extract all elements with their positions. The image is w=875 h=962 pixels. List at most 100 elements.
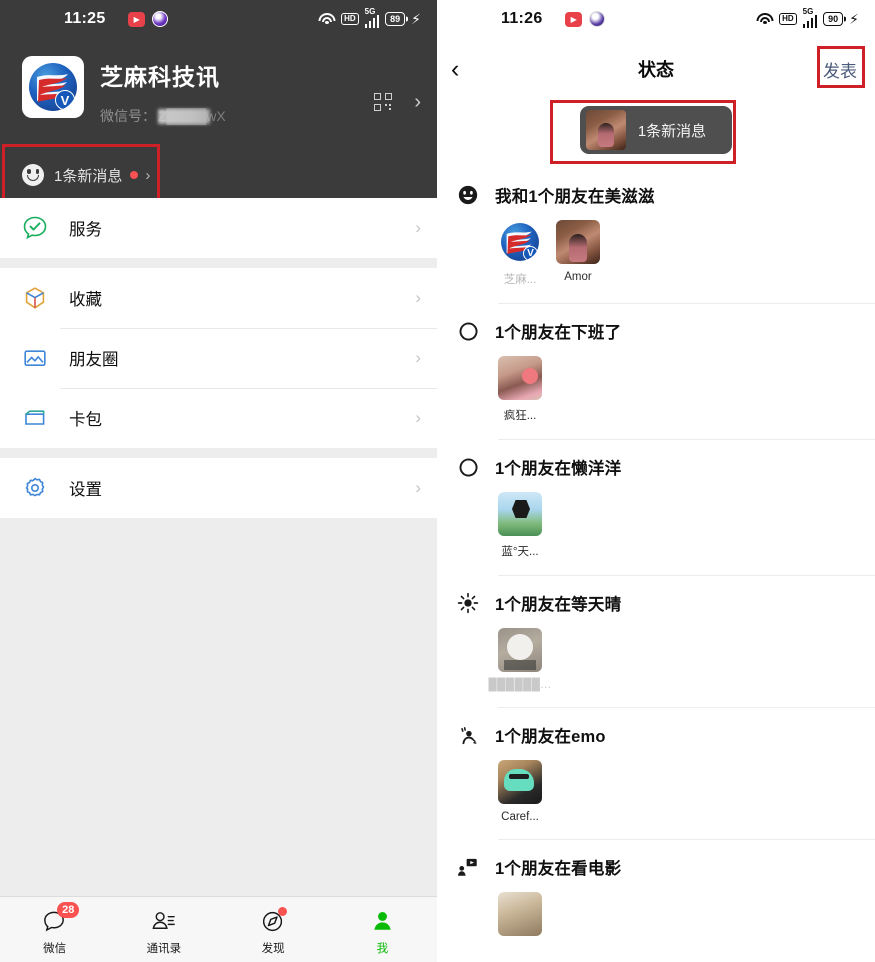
status-entry-chevron-icon: › bbox=[145, 166, 151, 184]
status-entry-label: 1条新消息 bbox=[54, 167, 123, 185]
status-group-header: 1个朋友在等天晴 bbox=[437, 576, 875, 616]
status-group-friends: 蓝°天... bbox=[437, 480, 875, 559]
banner-avatar-thumb bbox=[585, 110, 626, 150]
friend-entry[interactable]: Amor bbox=[556, 220, 600, 287]
friend-avatar bbox=[498, 760, 542, 804]
status-group-title: 1个朋友在emo bbox=[495, 728, 606, 746]
menu-item-label: 卡包 bbox=[69, 411, 102, 429]
profile-chevron-icon[interactable]: › bbox=[414, 92, 421, 112]
avatar[interactable]: V bbox=[22, 56, 84, 118]
friend-name: 蓝°天... bbox=[501, 546, 539, 558]
tab-contacts[interactable]: 通讯录 bbox=[109, 897, 218, 962]
verified-badge-icon: V bbox=[523, 246, 538, 261]
page-title: 状态 bbox=[638, 60, 674, 80]
tab-wechat[interactable]: 28 微信 bbox=[0, 897, 109, 962]
menu-group-main: 收藏 › 朋友圈 › 卡包 › bbox=[0, 268, 437, 448]
status-group[interactable]: 1个朋友在下班了 疯狂... bbox=[437, 304, 875, 440]
friend-entry[interactable]: V 芝麻... bbox=[498, 220, 542, 287]
status-page-navbar: ‹ 状态 发表 bbox=[437, 38, 875, 100]
status-group-header: 1个朋友在看电影 bbox=[437, 840, 875, 880]
friend-avatar: V bbox=[498, 220, 542, 264]
status-group-title: 1个朋友在看电影 bbox=[495, 860, 622, 878]
status-group[interactable]: 我和1个朋友在美滋滋 V 芝麻... Amor bbox=[437, 168, 875, 304]
friend-entry[interactable]: 蓝°天... bbox=[498, 492, 542, 559]
profile-card[interactable]: V 芝麻科技讯 微信号： Z████wX › bbox=[0, 38, 437, 126]
status-bar-time: 11:25 bbox=[64, 10, 106, 27]
verified-badge-icon: V bbox=[55, 90, 75, 110]
chevron-right-icon: › bbox=[415, 408, 421, 427]
favorites-box-icon bbox=[22, 285, 48, 311]
discover-compass-icon bbox=[260, 906, 287, 935]
left-empty-area bbox=[0, 518, 437, 896]
friend-avatar bbox=[498, 628, 542, 672]
wechat-me-panel: 11:25 ▶ HD 5G 89 ⚡ V 芝麻科技讯 微信号： › 1条新消息 … bbox=[0, 0, 437, 962]
friend-avatar bbox=[498, 492, 542, 536]
friend-entry[interactable]: 疯狂... bbox=[498, 356, 542, 423]
status-group[interactable]: 1个朋友在懒洋洋 蓝°天... bbox=[437, 440, 875, 576]
wifi-icon bbox=[756, 12, 774, 26]
chevron-right-icon: › bbox=[415, 348, 421, 367]
status-entry[interactable]: 1条新消息 › bbox=[0, 152, 437, 198]
menu-item-label: 服务 bbox=[69, 221, 102, 239]
status-group-title: 1个朋友在懒洋洋 bbox=[495, 460, 622, 478]
discover-dot-badge bbox=[277, 906, 287, 916]
network-type-label: 5G bbox=[364, 7, 376, 16]
right-status-bar: 11:26 ▶ HD 5G 90 ⚡ bbox=[437, 0, 875, 38]
profile-text: 芝麻科技讯 微信号： Z████wX bbox=[100, 56, 374, 126]
status-group[interactable]: 1个朋友在等天晴 ██████... bbox=[437, 576, 875, 708]
status-page-panel: 11:26 ▶ HD 5G 90 ⚡ ‹ 状态 发表 1条新消息 我和1个朋友在… bbox=[437, 0, 875, 962]
menu-item-settings[interactable]: 设置 › bbox=[0, 458, 437, 518]
hd-icon: HD bbox=[341, 13, 359, 25]
menu-item-label: 设置 bbox=[69, 481, 102, 499]
menu-item-moments[interactable]: 朋友圈 › bbox=[0, 328, 437, 388]
menu-item-favorites[interactable]: 收藏 › bbox=[0, 268, 437, 328]
tab-label: 我 bbox=[376, 942, 389, 955]
circle-outline-icon bbox=[455, 454, 481, 480]
tab-label: 微信 bbox=[43, 942, 67, 955]
tab-discover[interactable]: 发现 bbox=[219, 897, 328, 962]
friend-entry[interactable] bbox=[498, 892, 542, 943]
menu-item-services[interactable]: 服务 › bbox=[0, 198, 437, 258]
signal-bars-icon: 5G bbox=[364, 7, 380, 28]
unread-badge: 28 bbox=[57, 901, 80, 918]
status-group-title: 1个朋友在等天晴 bbox=[495, 596, 622, 614]
qr-code-icon[interactable] bbox=[374, 93, 393, 111]
friend-entry[interactable]: Caref... bbox=[498, 760, 542, 823]
friend-entry[interactable]: ██████... bbox=[489, 628, 551, 691]
network-type-label: 5G bbox=[802, 7, 814, 16]
status-group-title: 1个朋友在下班了 bbox=[495, 324, 622, 342]
menu-item-label: 朋友圈 bbox=[69, 351, 119, 369]
camera-lens-icon bbox=[152, 11, 168, 27]
profile-name: 芝麻科技讯 bbox=[100, 64, 220, 90]
profile-actions: › bbox=[374, 56, 421, 112]
back-chevron-icon[interactable]: ‹ bbox=[451, 56, 459, 82]
new-message-banner[interactable]: 1条新消息 bbox=[579, 106, 733, 154]
status-group-friends: 疯狂... bbox=[437, 344, 875, 423]
signal-bars-icon: 5G bbox=[802, 7, 818, 28]
profile-block: V 芝麻科技讯 微信号： Z████wX › bbox=[0, 38, 437, 206]
menu-item-label: 收藏 bbox=[69, 291, 102, 309]
menu-group-settings: 设置 › bbox=[0, 458, 437, 518]
battery-icon: 89 bbox=[385, 11, 406, 27]
chat-bubble-icon: 28 bbox=[41, 901, 80, 935]
banner-label: 1条新消息 bbox=[637, 122, 707, 140]
bottom-tab-bar: 28 微信 通讯录 发现 我 bbox=[0, 896, 437, 962]
tab-me[interactable]: 我 bbox=[328, 897, 437, 962]
left-status-bar: 11:25 ▶ HD 5G 89 ⚡ bbox=[0, 0, 437, 38]
friend-name: 芝麻... bbox=[503, 274, 537, 286]
unread-dot bbox=[130, 171, 139, 179]
status-group-list[interactable]: 我和1个朋友在美滋滋 V 芝麻... Amor 1个朋友在下班了 疯狂... 1… bbox=[437, 168, 875, 962]
contacts-icon bbox=[150, 908, 177, 935]
status-group[interactable]: 1个朋友在看电影 bbox=[437, 840, 875, 943]
publish-button[interactable]: 发表 bbox=[823, 57, 857, 82]
friend-name: 疯狂... bbox=[503, 410, 537, 422]
me-person-icon bbox=[369, 908, 396, 935]
status-bar-left-icons: ▶ bbox=[128, 11, 168, 27]
chevron-right-icon: › bbox=[415, 478, 421, 497]
chevron-right-icon: › bbox=[415, 218, 421, 237]
status-bar-left-icons: ▶ bbox=[565, 11, 605, 27]
wechat-id-value: Z████wX bbox=[158, 108, 226, 124]
tab-label: 通讯录 bbox=[146, 942, 182, 955]
menu-item-cards[interactable]: 卡包 › bbox=[0, 388, 437, 448]
status-group[interactable]: 1个朋友在emo Caref... bbox=[437, 708, 875, 840]
